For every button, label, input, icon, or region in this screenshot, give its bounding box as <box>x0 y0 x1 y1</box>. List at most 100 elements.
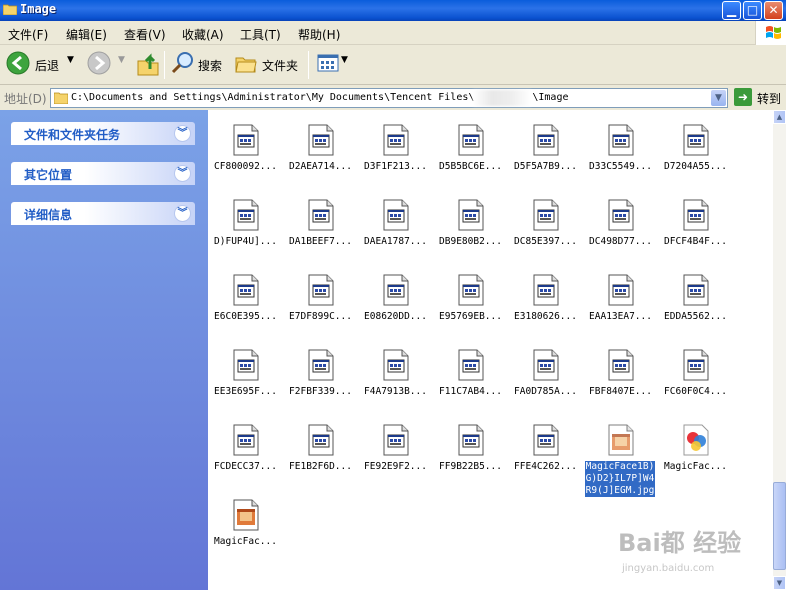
image-doc-icon <box>382 424 410 456</box>
task-panel-file-folder[interactable]: 文件和文件夹任务 ︾ <box>11 122 195 145</box>
menu-favorites[interactable]: 收藏(A) <box>182 26 224 43</box>
file-item[interactable]: FBF8407E... <box>583 335 658 407</box>
file-item[interactable]: FCDECC37... <box>208 410 283 482</box>
toolbar-separator <box>164 51 165 79</box>
file-item[interactable]: D5B5BC6E... <box>433 110 508 182</box>
maximize-button[interactable]: □ <box>743 1 762 20</box>
file-item[interactable]: DA1BEEF7... <box>283 185 358 257</box>
file-name: EAA13EA7... <box>589 311 652 322</box>
file-item[interactable]: E08620DD... <box>358 260 433 332</box>
image-doc-icon <box>232 349 260 381</box>
image-doc-icon <box>607 349 635 381</box>
file-name: D7204A55... <box>664 161 727 172</box>
task-panel-details[interactable]: 详细信息 ︾ <box>11 202 195 225</box>
image-doc-icon <box>532 424 560 456</box>
file-item[interactable]: D2AEA714... <box>283 110 358 182</box>
file-item[interactable]: D3F1F213... <box>358 110 433 182</box>
chevron-down-icon[interactable]: ︾ <box>174 205 191 222</box>
folders-button[interactable] <box>234 51 258 79</box>
image-doc-icon <box>232 199 260 231</box>
file-item[interactable]: FE1B2F6D... <box>283 410 358 482</box>
file-name: E3180626... <box>514 311 577 322</box>
scroll-down-icon[interactable]: ▼ <box>773 576 786 590</box>
image-doc-icon <box>457 124 485 156</box>
file-item[interactable]: F4A7913B... <box>358 335 433 407</box>
file-item[interactable]: DC85E397... <box>508 185 583 257</box>
scrollbar-thumb[interactable] <box>773 482 786 570</box>
file-item[interactable]: CF800092... <box>208 110 283 182</box>
file-item[interactable]: FFE4C262... <box>508 410 583 482</box>
file-item[interactable]: F2FBF339... <box>283 335 358 407</box>
image-doc-icon <box>232 424 260 456</box>
image-doc-icon <box>307 124 335 156</box>
file-item[interactable]: MagicFac... <box>658 410 733 482</box>
file-item[interactable]: DFCF4B4F... <box>658 185 733 257</box>
menu-edit[interactable]: 编辑(E) <box>66 26 107 43</box>
folders-label[interactable]: 文件夹 <box>262 57 298 74</box>
image-doc-icon <box>682 199 710 231</box>
forward-dropdown-icon[interactable]: ▼ <box>118 55 125 65</box>
vertical-scrollbar[interactable]: ▲ ▼ <box>773 110 786 590</box>
scroll-up-icon[interactable]: ▲ <box>773 110 786 124</box>
chevron-down-icon[interactable]: ︾ <box>174 125 191 142</box>
task-panel-other-places[interactable]: 其它位置 ︾ <box>11 162 195 185</box>
address-path-end: \Image <box>532 92 569 103</box>
views-button[interactable] <box>316 51 340 79</box>
file-item[interactable]: F11C7AB4... <box>433 335 508 407</box>
file-name: FC60F0C4... <box>664 386 727 397</box>
file-name: DAEA1787... <box>364 236 427 247</box>
go-button[interactable]: 转到 <box>757 90 781 107</box>
file-item[interactable]: FA0D785A... <box>508 335 583 407</box>
windows-logo-icon <box>755 21 786 45</box>
minimize-button[interactable]: ▁ <box>722 1 741 20</box>
forward-button[interactable] <box>87 51 111 79</box>
file-item[interactable]: DB9E80B2... <box>433 185 508 257</box>
file-item[interactable]: E6C0E395... <box>208 260 283 332</box>
go-arrow-icon[interactable]: ➜ <box>734 88 752 106</box>
file-item[interactable]: EE3E695F... <box>208 335 283 407</box>
file-item[interactable]: E95769EB... <box>433 260 508 332</box>
file-item[interactable]: DAEA1787... <box>358 185 433 257</box>
image-doc-icon <box>457 274 485 306</box>
file-item[interactable]: FC60F0C4... <box>658 335 733 407</box>
address-label: 地址(D) <box>4 92 47 106</box>
file-item[interactable]: MagicFace1B)G)D2}IL7P]W4R9(J]EGM.jpg <box>583 410 658 497</box>
file-item[interactable]: MagicFac... <box>208 485 283 557</box>
file-name: E6C0E395... <box>214 311 277 322</box>
file-item[interactable]: D)FUP4U]... <box>208 185 283 257</box>
file-name: DC85E397... <box>514 236 577 247</box>
file-item[interactable]: EDDA5562... <box>658 260 733 332</box>
close-button[interactable]: ✕ <box>764 1 783 20</box>
views-dropdown-icon[interactable]: ▼ <box>341 55 348 65</box>
back-dropdown-icon[interactable]: ▼ <box>67 55 74 65</box>
address-input[interactable]: C:\Documents and Settings\Administrator\… <box>50 88 728 108</box>
address-dropdown-icon[interactable]: ▼ <box>711 90 726 106</box>
file-item[interactable]: DC498D77... <box>583 185 658 257</box>
menu-file[interactable]: 文件(F) <box>8 26 48 43</box>
back-button[interactable] <box>6 51 30 79</box>
image-doc-icon <box>382 349 410 381</box>
menu-tools[interactable]: 工具(T) <box>240 26 281 43</box>
file-name: FCDECC37... <box>214 461 277 472</box>
task-pane: 文件和文件夹任务 ︾ 其它位置 ︾ 详细信息 ︾ <box>0 110 208 590</box>
file-item[interactable]: FF9B22B5... <box>433 410 508 482</box>
folder-icon <box>3 4 17 15</box>
file-item[interactable]: FE92E9F2... <box>358 410 433 482</box>
chevron-down-icon[interactable]: ︾ <box>174 165 191 182</box>
image-doc-icon <box>532 349 560 381</box>
file-item[interactable]: D5F5A7B9... <box>508 110 583 182</box>
file-item[interactable]: D33C5549... <box>583 110 658 182</box>
file-item[interactable]: EAA13EA7... <box>583 260 658 332</box>
file-item[interactable]: D7204A55... <box>658 110 733 182</box>
file-name: D3F1F213... <box>364 161 427 172</box>
file-item[interactable]: E3180626... <box>508 260 583 332</box>
back-label[interactable]: 后退 <box>35 57 59 74</box>
file-item[interactable]: E7DF899C... <box>283 260 358 332</box>
search-button[interactable] <box>171 51 195 79</box>
up-folder-button[interactable] <box>136 51 160 79</box>
menu-help[interactable]: 帮助(H) <box>298 26 340 43</box>
file-name: D2AEA714... <box>289 161 352 172</box>
title-bar[interactable]: Image ▁ □ ✕ <box>0 0 786 21</box>
search-label[interactable]: 搜索 <box>198 57 222 74</box>
menu-view[interactable]: 查看(V) <box>124 26 166 43</box>
